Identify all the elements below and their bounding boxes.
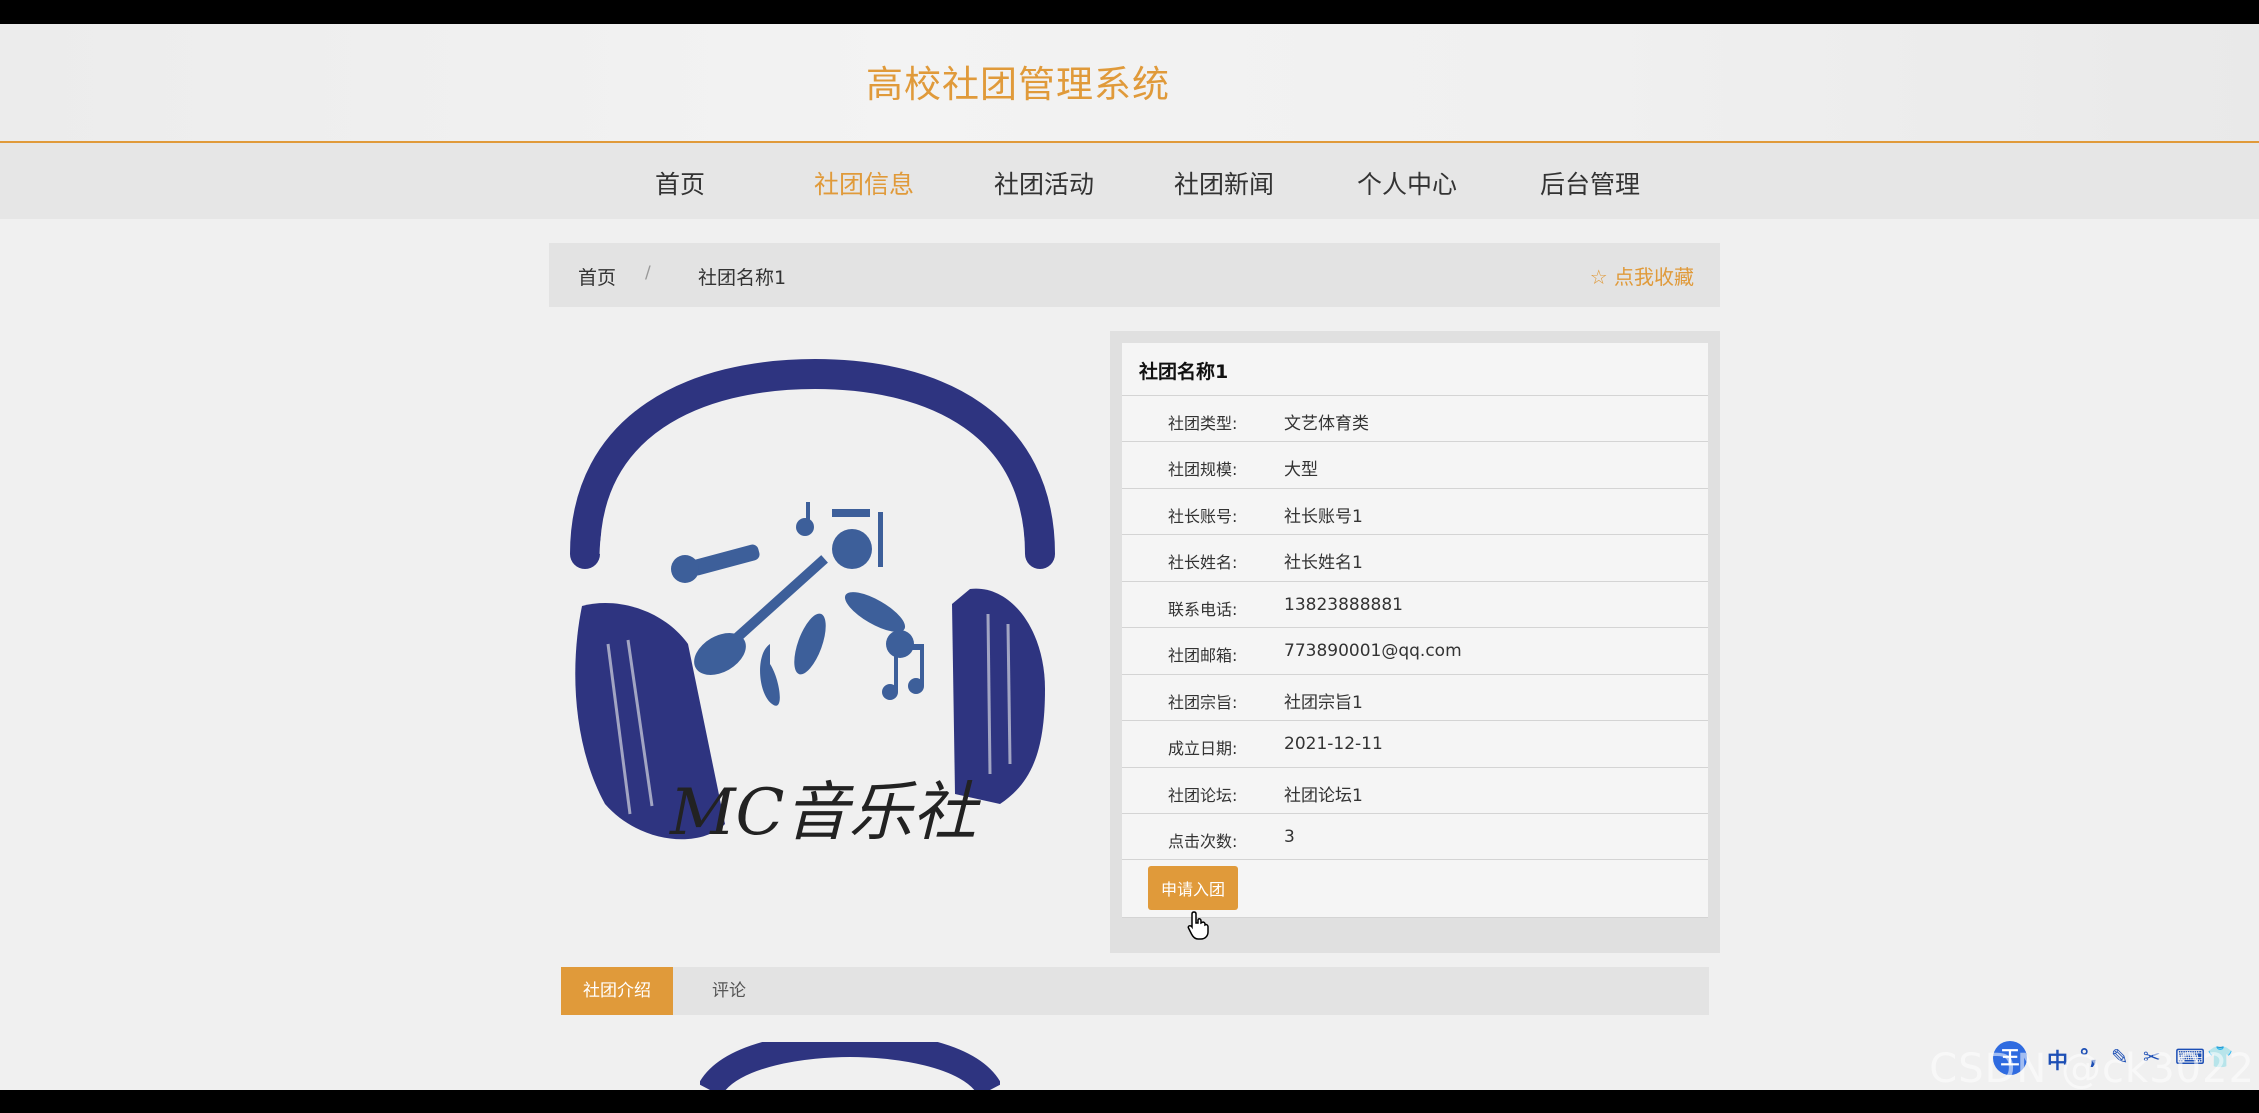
star-outline-icon: ☆ bbox=[1589, 265, 1608, 289]
info-value: 773890001@qq.com bbox=[1284, 641, 1462, 661]
nav-item-club-activities[interactable]: 社团活动 bbox=[994, 165, 1094, 201]
info-value: 社团论坛1 bbox=[1284, 786, 1363, 806]
nav-item-club-news[interactable]: 社团新闻 bbox=[1174, 165, 1274, 201]
info-row-phone: 联系电话: 13823888881 bbox=[1122, 581, 1708, 628]
info-row-purpose: 社团宗旨: 社团宗旨1 bbox=[1122, 674, 1708, 721]
nav-item-admin[interactable]: 后台管理 bbox=[1540, 165, 1640, 201]
tab-club-intro[interactable]: 社团介绍 bbox=[561, 967, 673, 1015]
info-value: 社团宗旨1 bbox=[1284, 693, 1363, 713]
info-row-scale: 社团规模: 大型 bbox=[1122, 441, 1708, 488]
tab-comments[interactable]: 评论 bbox=[689, 967, 769, 1015]
main-nav: 首页 社团信息 社团活动 社团新闻 个人中心 后台管理 bbox=[0, 143, 2259, 219]
info-row-type: 社团类型: 文艺体育类 bbox=[1122, 395, 1708, 442]
info-value: 3 bbox=[1284, 827, 1295, 847]
info-value: 13823888881 bbox=[1284, 595, 1403, 615]
site-header: 高校社团管理系统 bbox=[0, 24, 2259, 143]
info-value: 2021-12-11 bbox=[1284, 734, 1383, 754]
info-value: 文艺体育类 bbox=[1284, 414, 1369, 434]
info-row-email: 社团邮箱: 773890001@qq.com bbox=[1122, 627, 1708, 674]
breadcrumb-current: 社团名称1 bbox=[698, 267, 787, 289]
info-value: 大型 bbox=[1284, 460, 1318, 480]
club-info-card: 社团名称1 社团类型: 文艺体育类 社团规模: 大型 社长账号: 社长账号1 社… bbox=[1122, 343, 1708, 918]
info-value: 社长账号1 bbox=[1284, 507, 1363, 527]
page: 高校社团管理系统 首页 社团信息 社团活动 社团新闻 个人中心 后台管理 首页 … bbox=[0, 24, 2259, 1090]
csdn-watermark: CSDN @ck3022 bbox=[1929, 1046, 2255, 1090]
info-label: 联系电话: bbox=[1168, 600, 1238, 619]
info-label: 社长账号: bbox=[1168, 507, 1238, 526]
breadcrumb: 首页 / 社团名称1 ☆ 点我收藏 bbox=[549, 243, 1720, 307]
nav-item-personal-center[interactable]: 个人中心 bbox=[1357, 165, 1457, 201]
favorite-button[interactable]: ☆ 点我收藏 bbox=[1590, 261, 1694, 290]
club-logo-bottom-partial-icon bbox=[700, 1042, 1000, 1090]
info-row-leader-account: 社长账号: 社长账号1 bbox=[1122, 488, 1708, 535]
info-row-leader-name: 社长姓名: 社长姓名1 bbox=[1122, 534, 1708, 581]
club-logo: MC音乐社 bbox=[560, 344, 1080, 864]
info-label: 社团规模: bbox=[1168, 460, 1238, 479]
info-label: 社团论坛: bbox=[1168, 786, 1238, 805]
site-title: 高校社团管理系统 bbox=[866, 63, 1170, 106]
nav-item-club-info[interactable]: 社团信息 bbox=[814, 165, 914, 201]
info-value: 社长姓名1 bbox=[1284, 553, 1363, 573]
info-row-click-count: 点击次数: 3 bbox=[1122, 813, 1708, 860]
info-row-forum: 社团论坛: 社团论坛1 bbox=[1122, 767, 1708, 814]
breadcrumb-separator: / bbox=[645, 263, 651, 283]
club-name: 社团名称1 bbox=[1139, 361, 1229, 383]
info-label: 社团类型: bbox=[1168, 414, 1238, 433]
info-label: 社长姓名: bbox=[1168, 553, 1238, 572]
detail-tabs: 社团介绍 评论 bbox=[561, 967, 1709, 1015]
headphones-music-logo-icon: MC音乐社 bbox=[570, 358, 1055, 850]
club-info-panel: 社团名称1 社团类型: 文艺体育类 社团规模: 大型 社长账号: 社长账号1 社… bbox=[1110, 331, 1720, 953]
info-label: 社团邮箱: bbox=[1168, 646, 1238, 665]
info-row-founded-date: 成立日期: 2021-12-11 bbox=[1122, 720, 1708, 767]
info-label: 点击次数: bbox=[1168, 832, 1238, 851]
favorite-label: 点我收藏 bbox=[1614, 265, 1694, 289]
info-label: 社团宗旨: bbox=[1168, 693, 1238, 712]
nav-item-home[interactable]: 首页 bbox=[655, 165, 705, 201]
hand-cursor-icon bbox=[1187, 911, 1209, 940]
breadcrumb-home-link[interactable]: 首页 bbox=[578, 263, 616, 290]
info-label: 成立日期: bbox=[1168, 739, 1238, 758]
apply-join-button[interactable]: 申请入团 bbox=[1148, 866, 1238, 910]
logo-text: MC音乐社 bbox=[669, 776, 981, 850]
